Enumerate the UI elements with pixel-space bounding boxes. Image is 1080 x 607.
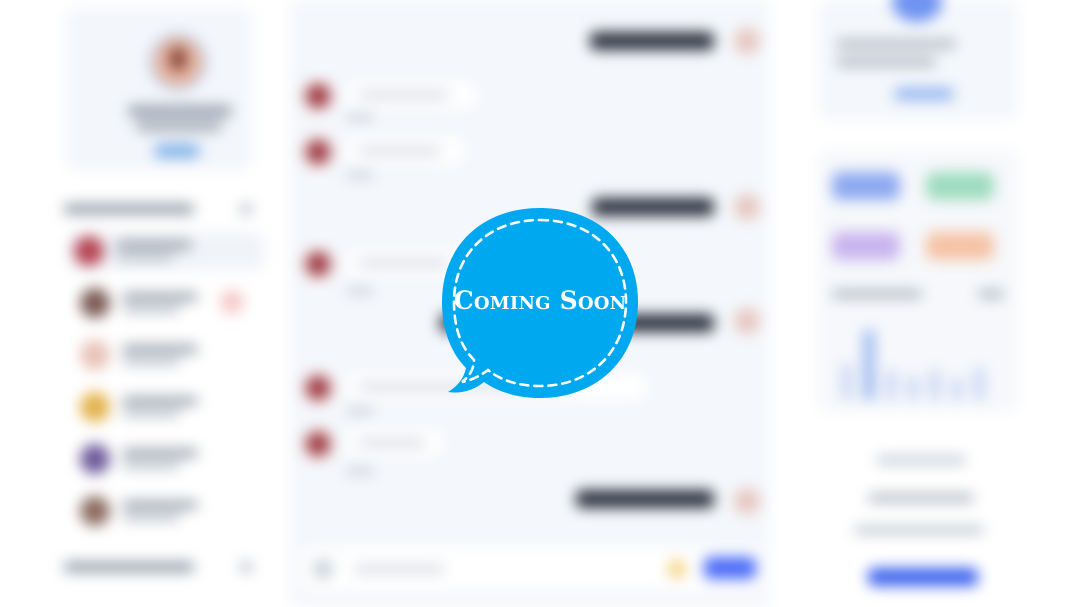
groups-add-icon[interactable]: [240, 562, 252, 572]
stats-card: [818, 150, 1018, 412]
promo-text: [854, 526, 984, 534]
contact-item[interactable]: [68, 232, 264, 270]
contact-preview: [122, 306, 180, 313]
promo-illustration: [876, 456, 966, 464]
coming-soon-badge: Coming Soon: [440, 206, 640, 404]
message-time: [346, 172, 374, 178]
left-sidebar: [44, 0, 270, 607]
message-input[interactable]: [354, 565, 444, 573]
message-time: [346, 408, 374, 414]
message-avatar: [302, 136, 334, 168]
promo-cta-button[interactable]: [868, 568, 978, 586]
contact-name: [122, 397, 198, 405]
promo-card: [818, 438, 1018, 598]
message-incoming: [346, 138, 464, 164]
profile-role: [136, 122, 222, 131]
contact-item[interactable]: [74, 284, 254, 322]
message-time: [346, 468, 374, 474]
stat-chip[interactable]: [926, 232, 994, 260]
stat-chip[interactable]: [926, 172, 994, 200]
profile-avatar[interactable]: [150, 34, 206, 90]
contact-preview: [122, 410, 180, 417]
attach-icon[interactable]: [314, 560, 332, 578]
message-time: [346, 114, 374, 120]
contact-name: [122, 293, 198, 301]
message-avatar: [302, 248, 334, 280]
contact-name: [122, 501, 198, 509]
activity-bar: [864, 330, 874, 400]
contact-avatar: [80, 496, 110, 526]
contact-name: [122, 449, 198, 457]
stat-chip[interactable]: [832, 232, 900, 260]
contact-item[interactable]: [74, 440, 254, 478]
activity-bars: [836, 320, 1006, 400]
contact-name: [122, 345, 198, 353]
message-avatar: [734, 308, 760, 334]
contact-preview: [122, 358, 180, 365]
info-line: [836, 40, 956, 48]
activity-bar: [908, 376, 918, 400]
contact-avatar: [80, 444, 110, 474]
coming-soon-text: Coming Soon: [453, 286, 627, 315]
contact-preview: [122, 462, 180, 469]
contact-preview: [122, 514, 180, 521]
message-incoming: [346, 430, 442, 456]
profile-status-badge[interactable]: [154, 144, 200, 158]
unread-badge: [220, 290, 244, 314]
right-panel: [808, 0, 1028, 607]
groups-section-heading: [64, 562, 194, 572]
contact-item[interactable]: [74, 492, 254, 530]
activity-bar: [886, 370, 896, 400]
emoji-icon[interactable]: [668, 560, 686, 578]
message-avatar: [734, 194, 760, 220]
promo-title: [868, 494, 974, 502]
profile-name: [128, 106, 232, 116]
contact-avatar: [74, 236, 104, 266]
message-avatar: [302, 428, 334, 460]
activity-bar: [930, 370, 940, 400]
message-time: [346, 288, 374, 294]
contact-item[interactable]: [74, 388, 254, 426]
contact-avatar: [80, 392, 110, 422]
message-composer: [302, 548, 764, 590]
message-avatar: [302, 372, 334, 404]
contacts-section-heading: [64, 204, 194, 214]
message-outgoing: [590, 32, 714, 50]
send-button[interactable]: [704, 557, 756, 579]
info-card: [818, 0, 1018, 120]
activity-bar: [974, 368, 984, 400]
stats-heading: [832, 290, 922, 298]
activity-bar: [842, 364, 852, 400]
stats-period-select[interactable]: [978, 290, 1004, 298]
contact-avatar: [80, 340, 110, 370]
info-action-button[interactable]: [894, 88, 954, 100]
message-avatar: [734, 28, 760, 54]
message-incoming: [346, 82, 476, 108]
stat-chip[interactable]: [832, 172, 900, 200]
contact-item[interactable]: [74, 336, 254, 374]
contacts-filter-icon[interactable]: [240, 204, 252, 214]
activity-bar: [952, 378, 962, 400]
profile-card: [66, 8, 252, 170]
contact-avatar: [80, 288, 110, 318]
contact-preview: [116, 254, 174, 261]
contact-name: [116, 241, 192, 249]
message-avatar: [734, 488, 760, 514]
message-avatar: [302, 80, 334, 112]
info-line: [836, 58, 936, 66]
info-avatar: [892, 0, 942, 22]
message-outgoing: [576, 490, 714, 508]
